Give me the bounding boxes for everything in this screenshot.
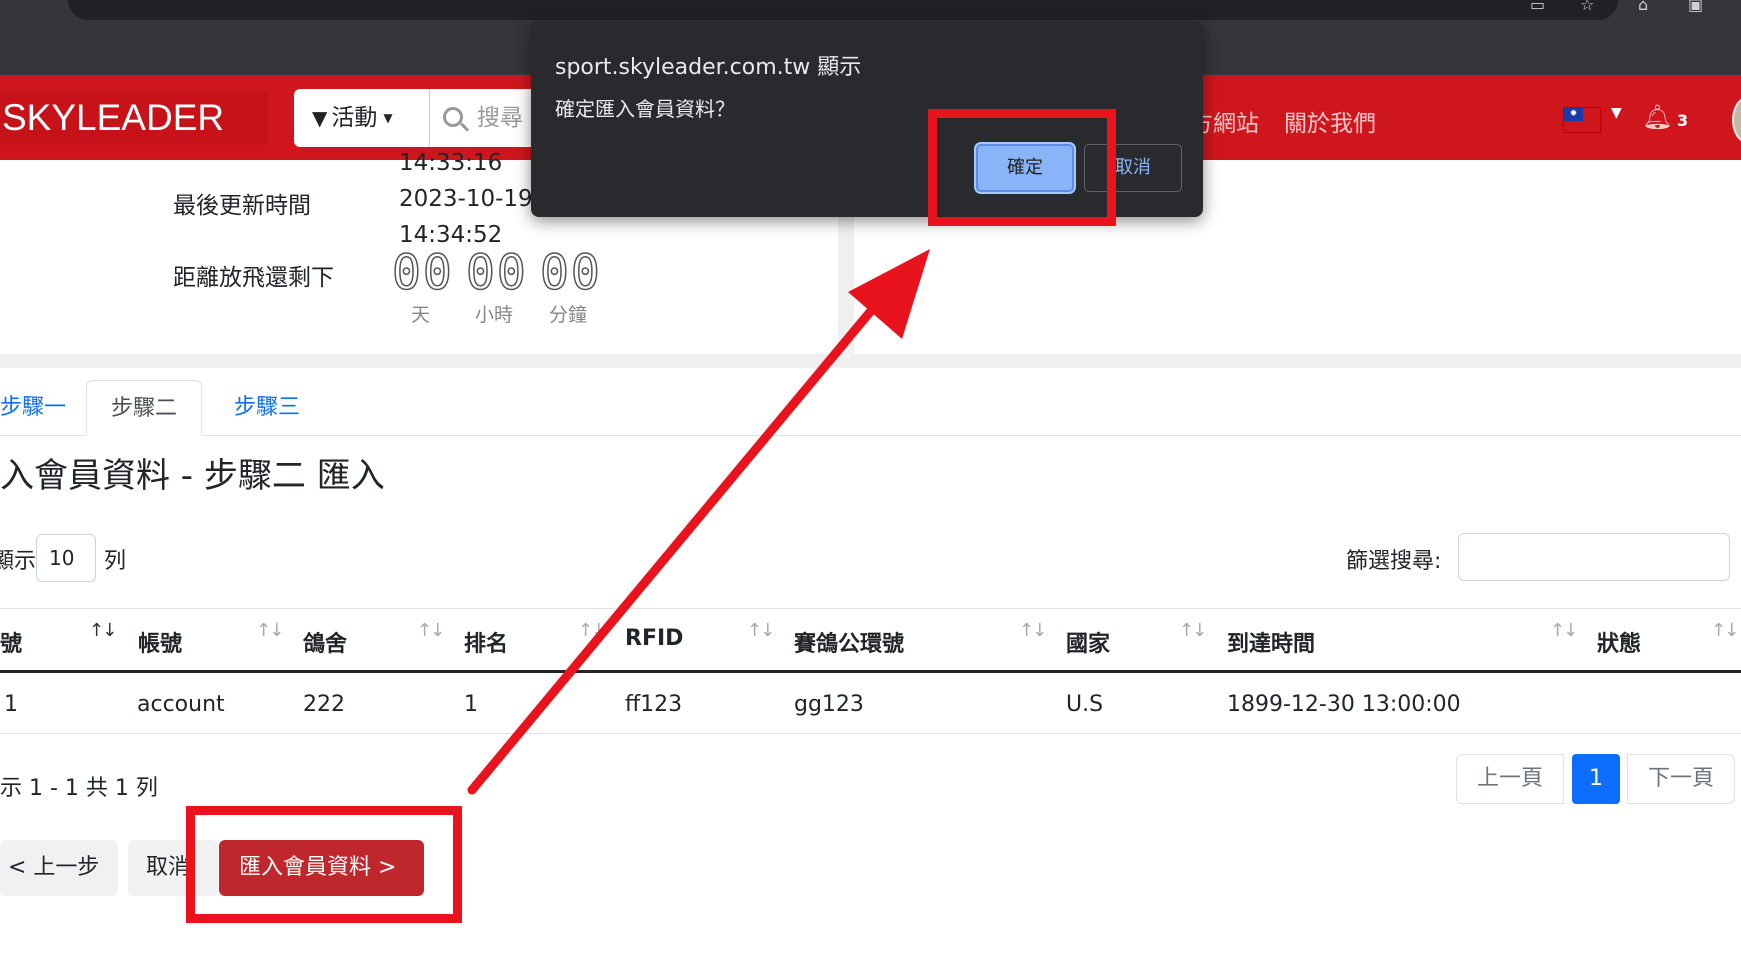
activity-filter-button[interactable]: ▼ 活動 ▼ — [294, 89, 430, 147]
taiwan-flag-icon[interactable]: ✹ — [1563, 107, 1601, 133]
avatar[interactable] — [1732, 97, 1741, 143]
countdown-days: 00 — [391, 245, 454, 301]
back-button[interactable]: < 上一步 — [0, 840, 118, 896]
language-caret-icon[interactable]: ▼ — [1611, 105, 1622, 121]
notification-count: 3 — [1677, 111, 1689, 130]
cell-rfid: ff123 — [625, 692, 683, 717]
filter-search-input[interactable] — [1458, 533, 1730, 581]
dialog-message: 確定匯入會員資料？ — [555, 97, 735, 121]
last-update-label: 最後更新時間 — [173, 193, 311, 219]
table-top-border — [0, 608, 1741, 609]
funnel-icon: ▼ — [312, 106, 328, 130]
screenshot: ▭ ☆ ⌂ ▣ SKYLEADER ▼ 活動 ▼ 搜尋 方網站 關於我們 ✹ ▼ 🔔… — [0, 0, 1741, 970]
col-header-ring-no[interactable]: 賽鴿公環號 — [794, 626, 904, 658]
countdown-hours: 00 — [465, 245, 528, 301]
cell-loft: 222 — [303, 692, 345, 717]
site-logo[interactable]: SKYLEADER — [0, 91, 268, 145]
length-suffix: 列 — [104, 549, 127, 574]
page-length-value: 10 — [49, 546, 75, 570]
length-prefix: 顯示 — [0, 549, 37, 574]
pagination-prev[interactable]: 上一頁 — [1456, 754, 1564, 804]
highlight-box-ok — [928, 109, 1116, 226]
nav-about-us[interactable]: 關於我們 — [1284, 104, 1376, 138]
sort-icon[interactable]: ↑↓ — [1179, 620, 1207, 641]
countdown-days-unit: 天 — [411, 304, 431, 326]
install-icon[interactable]: ▭ — [1530, 0, 1552, 14]
sort-icon[interactable]: ↑↓ — [1711, 620, 1739, 641]
cell-rank: 1 — [464, 692, 478, 717]
chevron-down-icon: ▼ — [383, 111, 393, 125]
extension-icon[interactable]: ⌂ — [1638, 0, 1660, 14]
arrow-head — [848, 249, 930, 339]
search-icon — [443, 107, 463, 127]
sort-icon[interactable]: ↑↓ — [578, 620, 606, 641]
col-header-loft[interactable]: 鴿舍 — [303, 626, 347, 658]
col-header-rfid[interactable]: RFID — [625, 626, 683, 651]
filter-label: 篩選搜尋: — [1346, 549, 1442, 574]
page-length-select[interactable]: 10 — [36, 534, 96, 582]
countdown-label: 距離放飛還剩下 — [173, 265, 334, 291]
sort-icon[interactable]: ↑↓ — [417, 620, 445, 641]
tab-step-1[interactable]: 步驟一 — [0, 380, 90, 436]
table-bottom-border — [0, 733, 1741, 734]
sidepanel-icon[interactable]: ▣ — [1688, 0, 1710, 14]
countdown-minutes-unit: 分鐘 — [549, 304, 588, 326]
countdown-minutes: 00 — [539, 245, 602, 301]
section-divider — [0, 354, 1741, 368]
address-bar[interactable] — [68, 0, 1618, 20]
search-placeholder: 搜尋 — [477, 105, 523, 131]
pagination-next[interactable]: 下一頁 — [1627, 754, 1735, 804]
cell-no: 1 — [4, 692, 18, 717]
col-header-rank[interactable]: 排名 — [464, 626, 508, 658]
col-header-country[interactable]: 國家 — [1066, 626, 1110, 658]
sort-icon[interactable]: ↑↓ — [747, 620, 775, 641]
col-header-account[interactable]: 帳號 — [138, 626, 182, 658]
sort-icon[interactable]: ↑↓ — [256, 620, 284, 641]
table-info: 示 1 - 1 共 1 列 — [0, 776, 158, 801]
cell-country: U.S — [1066, 692, 1104, 717]
cell-ring-no: gg123 — [794, 692, 864, 717]
prev-time-value: 14:33:16 — [399, 150, 503, 176]
activity-filter-label: 活動 — [331, 105, 378, 131]
bookmark-star-icon[interactable]: ☆ — [1580, 0, 1602, 14]
search-group: ▼ 活動 ▼ 搜尋 — [294, 89, 554, 147]
dialog-title: sport.skyleader.com.tw 顯示 — [555, 55, 862, 80]
highlight-box-import — [186, 806, 462, 923]
col-header-arrival[interactable]: 到達時間 — [1227, 626, 1315, 658]
cell-arrival: 1899-12-30 13:00:00 — [1227, 692, 1461, 717]
last-update-date: 2023-10-19 — [399, 186, 533, 212]
bell-icon[interactable]: 🔔︎ — [1642, 103, 1672, 131]
sort-icon[interactable]: ↑↓ — [1019, 620, 1047, 641]
pagination-page-1[interactable]: 1 — [1572, 754, 1620, 804]
page-title: 入會員資料 - 步驟二 匯入 — [0, 456, 385, 496]
sort-icon[interactable]: ↑↓ — [1550, 620, 1578, 641]
sort-asc-icon[interactable]: ↑↓ — [89, 620, 117, 641]
col-header-status[interactable]: 狀態 — [1597, 626, 1641, 658]
cell-account: account — [137, 692, 225, 717]
table-header-border — [0, 670, 1741, 673]
countdown-hours-unit: 小時 — [475, 304, 514, 326]
tab-step-3[interactable]: 步驟三 — [210, 380, 324, 436]
col-header-no[interactable]: 號 — [0, 626, 22, 658]
tab-step-2[interactable]: 步驟二 — [86, 380, 203, 436]
